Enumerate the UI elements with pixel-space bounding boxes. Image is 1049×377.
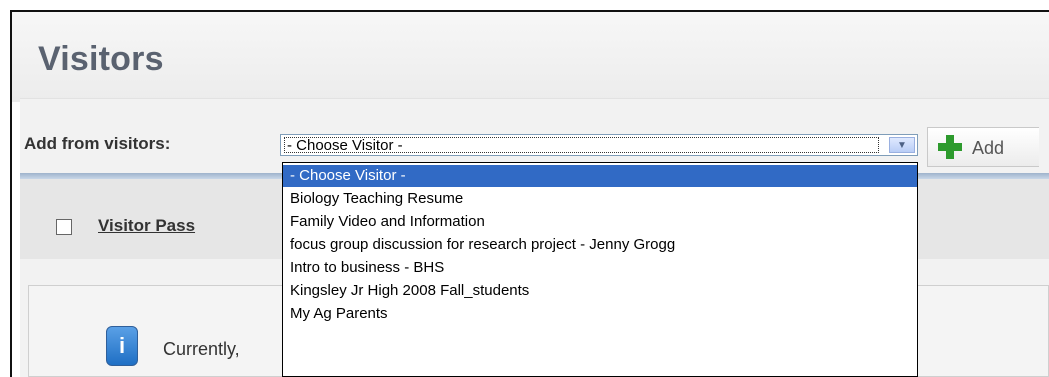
dropdown-option[interactable]: focus group discussion for research proj… — [283, 234, 917, 256]
dropdown-option[interactable]: Biology Teaching Resume — [283, 188, 917, 210]
select-all-checkbox[interactable] — [56, 219, 72, 235]
dropdown-option[interactable]: My Ag Parents — [283, 303, 917, 325]
dropdown-option[interactable]: Family Video and Information — [283, 211, 917, 233]
info-message-text: Currently, — [163, 339, 240, 359]
visitor-dropdown-list[interactable]: - Choose Visitor - Biology Teaching Resu… — [282, 162, 918, 377]
chevron-down-icon[interactable]: ▼ — [889, 137, 915, 153]
add-button-label: Add — [972, 138, 1005, 158]
visitor-pass-column-header[interactable]: Visitor Pass — [98, 216, 195, 236]
page-header: Visitors — [12, 12, 1049, 102]
add-from-visitors-label: Add from visitors: — [24, 134, 171, 153]
dropdown-option[interactable]: - Choose Visitor - — [283, 165, 917, 187]
visitor-select-value: - Choose Visitor - — [287, 137, 403, 154]
add-visitor-button[interactable]: Add — [927, 127, 1039, 167]
visitor-select[interactable]: - Choose Visitor - ▼ — [280, 134, 918, 156]
dropdown-option[interactable]: Intro to business - BHS — [283, 257, 917, 279]
dropdown-option[interactable]: Kingsley Jr High 2008 Fall_students — [283, 280, 917, 302]
page-title: Visitors — [38, 40, 164, 78]
plus-icon — [938, 135, 962, 159]
info-icon: i — [106, 326, 138, 366]
